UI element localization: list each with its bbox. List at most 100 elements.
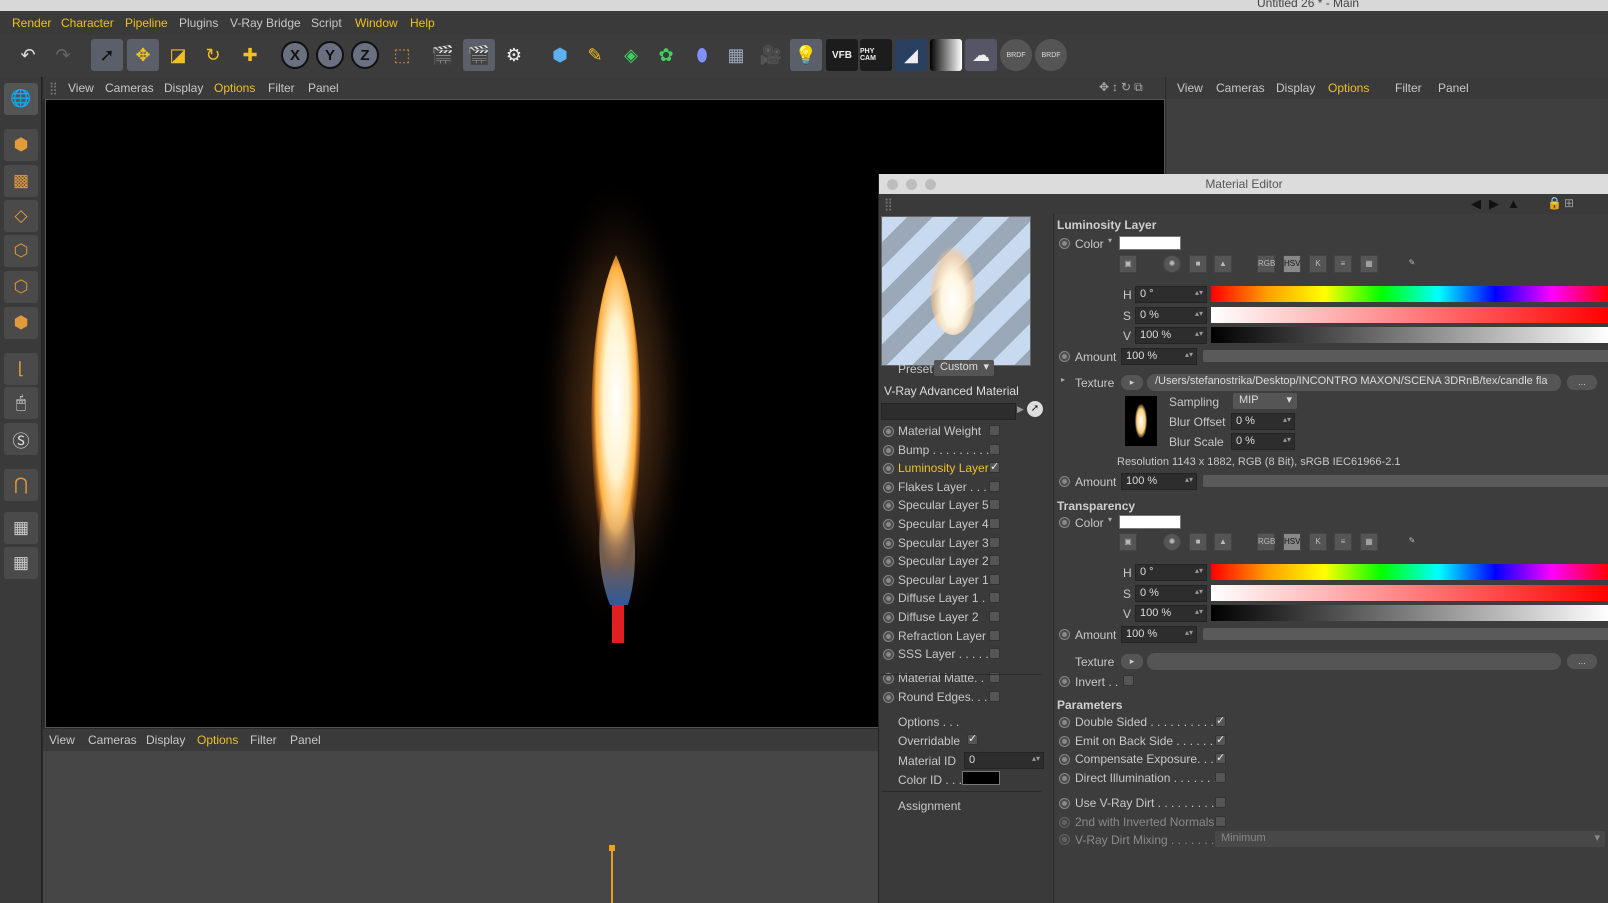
solo-icon[interactable]: Ⓢ [4, 423, 38, 455]
lum-amount2-slider[interactable] [1203, 475, 1608, 487]
channel-label[interactable]: Specular Layer 3 [898, 536, 989, 550]
cube-primitive-icon[interactable]: ⬢ [544, 39, 576, 71]
color-id-swatch[interactable] [962, 771, 1000, 785]
lum-texture-menu-button[interactable]: ▸ [1121, 375, 1143, 390]
parameter-radio[interactable] [1059, 717, 1070, 728]
options-label[interactable]: Options . . . [898, 715, 959, 729]
menu-render[interactable]: Render [12, 16, 51, 30]
lum-texture-path[interactable]: /Users/stefanostrika/Desktop/INCONTRO MA… [1147, 374, 1561, 391]
channel-radio[interactable] [883, 556, 894, 568]
bottom-viewport-tab-filter[interactable]: Filter [250, 733, 277, 747]
channel-radio[interactable] [883, 519, 894, 530]
channel-radio[interactable] [883, 537, 894, 549]
extra-channel-label[interactable]: Round Edges. . . [898, 690, 987, 704]
channel-checkbox[interactable] [989, 592, 1000, 604]
channel-radio[interactable] [883, 463, 894, 475]
channel-label[interactable]: Bump . . . . . . . . . [898, 443, 989, 457]
play-icon[interactable]: ▶ [1017, 404, 1024, 415]
lum-color-swatch[interactable] [1119, 236, 1181, 250]
channel-label[interactable]: Specular Layer 5 [898, 498, 989, 512]
subdivision-icon[interactable]: ◈ [615, 39, 647, 71]
lum-texture-browse-button[interactable]: ... [1567, 375, 1597, 390]
menu-script[interactable]: Script [311, 16, 342, 30]
menu-plugins[interactable]: Plugins [179, 16, 218, 30]
channel-radio[interactable] [883, 612, 894, 623]
lum-color-expand-icon[interactable]: ▾ [1108, 236, 1112, 245]
material-id-field[interactable]: 0 ▴▾ [964, 752, 1044, 769]
brdf-layer-icon[interactable]: BRDF [1035, 39, 1067, 71]
pick-cursor-icon[interactable]: ➚ [1027, 401, 1043, 417]
trans-picker-rgb-icon[interactable]: RGB [1257, 533, 1275, 551]
lum-picker-image-icon[interactable]: ▲ [1214, 255, 1232, 273]
move-tool-icon[interactable]: ✥ [127, 39, 159, 71]
channel-checkbox[interactable] [989, 480, 1000, 492]
channel-label[interactable]: Diffuse Layer 1 . [898, 591, 985, 605]
material-search-field[interactable] [881, 403, 1016, 420]
material-name[interactable]: V-Ray Advanced Material [884, 384, 1019, 398]
edges-mode-icon[interactable]: ⬡ [4, 271, 38, 303]
parameter-checkbox[interactable]: ✓ [1215, 753, 1226, 765]
globe-icon[interactable]: 🌐 [4, 83, 38, 115]
trans-amount-radio[interactable] [1059, 629, 1070, 640]
lum-s-field[interactable]: 0 % ▴▾ [1135, 307, 1207, 324]
channel-label[interactable]: Diffuse Layer 2 [898, 610, 979, 624]
channel-checkbox[interactable] [989, 555, 1000, 567]
workplane-icon[interactable]: ◇ [4, 200, 38, 232]
live-selection-icon[interactable]: ➚ [91, 39, 123, 71]
new-panel-icon[interactable]: ⊞ [1564, 196, 1574, 210]
channel-radio[interactable] [883, 649, 894, 661]
dirt-parameter-checkbox[interactable] [1215, 815, 1226, 827]
trans-color-swatch[interactable] [1119, 515, 1181, 529]
lum-picker-wheel-icon[interactable]: ▣ [1119, 255, 1137, 273]
material-preview[interactable] [881, 216, 1031, 366]
trans-value-slider[interactable] [1211, 605, 1608, 621]
cloner-icon[interactable]: ✿ [650, 39, 682, 71]
trans-picker-kelvin-icon[interactable]: K [1309, 533, 1327, 551]
menu-character[interactable]: Character [61, 16, 114, 30]
history-nav-icons[interactable]: ◀▶▲ [1471, 196, 1528, 212]
bottom-viewport-tab-options[interactable]: Options [197, 733, 238, 747]
render-picture-viewer-icon[interactable]: 🎬 [463, 39, 495, 71]
lum-picker-spectrum-icon[interactable]: ✺ [1163, 255, 1181, 273]
sun-sky-icon[interactable]: ◢ [895, 39, 927, 71]
trans-color-expand-icon[interactable]: ▾ [1108, 515, 1112, 524]
blur-scale-field[interactable]: 0 % ▴▾ [1231, 433, 1295, 450]
invert-checkbox[interactable] [1123, 675, 1134, 686]
lum-amount-slider[interactable] [1203, 350, 1608, 362]
dirt-mixing-radio[interactable] [1059, 834, 1070, 845]
render-view-icon[interactable]: 🎬 [427, 39, 459, 71]
dirt-mixing-dropdown[interactable]: Minimum [1215, 831, 1605, 847]
trans-picker-spectrum-icon[interactable]: ✺ [1163, 533, 1181, 551]
viewport-tab-filter[interactable]: Filter [268, 81, 295, 95]
preset-dropdown[interactable]: Custom [934, 360, 994, 376]
trans-v-field[interactable]: 100 % ▴▾ [1135, 605, 1207, 622]
channel-label[interactable]: Material Weight [898, 424, 981, 438]
snap-icon[interactable]: ⋂ [4, 469, 38, 501]
dome-light-icon[interactable]: ☁ [965, 39, 997, 71]
viewport-tab-display[interactable]: Display [164, 81, 203, 95]
trans-picker-swatches-icon[interactable]: ▦ [1360, 533, 1378, 551]
channel-radio[interactable] [883, 481, 894, 493]
undo-icon[interactable]: ↶ [12, 39, 44, 71]
viewport-tab-view[interactable]: View [68, 81, 94, 95]
environment-icon[interactable] [930, 39, 962, 71]
channel-radio[interactable] [883, 593, 894, 605]
texture-mode-icon[interactable]: ▩ [4, 165, 38, 197]
pen-spline-icon[interactable]: ✎ [579, 39, 611, 71]
right-viewport-tab-display[interactable]: Display [1276, 81, 1315, 95]
lock-icon[interactable]: 🔒 [1547, 196, 1562, 210]
trans-texture-menu-button[interactable]: ▸ [1121, 654, 1143, 669]
coordinate-system-icon[interactable]: ⬚ [386, 39, 418, 71]
right-viewport-tab-options[interactable]: Options [1328, 81, 1369, 95]
channel-checkbox[interactable]: ✓ [989, 462, 1000, 474]
lum-amount2-field[interactable]: 100 % ▴▾ [1121, 473, 1197, 490]
right-viewport[interactable] [1166, 99, 1608, 175]
rotate-tool-icon[interactable]: ↻ [197, 39, 229, 71]
bottom-viewport[interactable] [43, 751, 878, 903]
sampling-dropdown[interactable]: MIP [1233, 393, 1297, 409]
extra-channel-checkbox[interactable] [989, 690, 1000, 702]
trans-amount-field[interactable]: 100 % ▴▾ [1121, 626, 1197, 643]
lum-picker-mixer-icon[interactable]: ≡ [1334, 255, 1352, 273]
channel-checkbox[interactable] [989, 499, 1000, 511]
right-viewport-tab-cameras[interactable]: Cameras [1216, 81, 1265, 95]
